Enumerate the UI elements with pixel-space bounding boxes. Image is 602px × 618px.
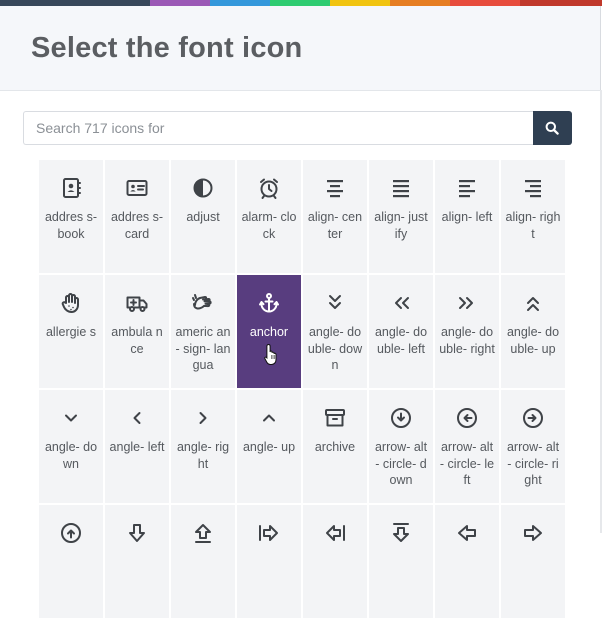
arrow-alt-left-icon (455, 520, 479, 546)
icon-label: anchor (249, 325, 289, 339)
address-card-icon (125, 175, 149, 201)
angle-right-icon (191, 405, 215, 431)
arrow-alt-circle-up-icon (59, 520, 83, 546)
icon-label: align- left (441, 210, 493, 224)
icon-tile-arrow-alt-circle-right[interactable]: arrow- alt- circle- right (501, 390, 565, 503)
icon-tile-arrow-alt-circle-left[interactable]: arrow- alt- circle- left (435, 390, 499, 503)
icon-tile-adjust[interactable]: adjust (171, 160, 235, 273)
archive-icon (323, 405, 347, 431)
icon-tile-align-justify[interactable]: align- justify (369, 160, 433, 273)
icon-tile-arrow-alt-from-left[interactable] (237, 505, 301, 618)
icon-label: angle- left (109, 440, 165, 454)
arrow-alt-right-icon (521, 520, 545, 546)
angle-double-up-icon (521, 290, 545, 316)
icon-tile-angle-right[interactable]: angle- right (171, 390, 235, 503)
icon-tile-angle-left[interactable]: angle- left (105, 390, 169, 503)
icon-tile-angle-double-left[interactable]: angle- double- left (369, 275, 433, 388)
icon-tile-arrow-alt-down[interactable] (105, 505, 169, 618)
icon-label: archive (314, 440, 356, 454)
icon-tile-angle-down[interactable]: angle- down (39, 390, 103, 503)
arrow-alt-circle-right-icon (521, 405, 545, 431)
icon-tile-align-center[interactable]: align- center (303, 160, 367, 273)
angle-up-icon (257, 405, 281, 431)
ambulance-icon (125, 290, 149, 316)
icon-tile-angle-double-right[interactable]: angle- double- right (435, 275, 499, 388)
arrow-alt-from-top-icon (389, 520, 413, 546)
icon-tile-address-card[interactable]: addres s-card (105, 160, 169, 273)
icon-tile-arrow-alt-from-bottom[interactable] (171, 505, 235, 618)
icon-tile-ambulance[interactable]: ambula nce (105, 275, 169, 388)
align-right-icon (521, 175, 545, 201)
icon-tile-arrow-alt-from-right[interactable] (303, 505, 367, 618)
icon-tile-allergies[interactable]: allergie s (39, 275, 103, 388)
alarm-clock-icon (257, 175, 281, 201)
icon-label: angle- double- right (439, 325, 495, 356)
icon-tile-arrow-alt-from-top[interactable] (369, 505, 433, 618)
icon-tile-align-right[interactable]: align- right (501, 160, 565, 273)
dialog-header: Select the font icon (0, 6, 601, 91)
icon-label: align- right (505, 210, 561, 241)
search-icon (545, 121, 560, 135)
icon-label: arrow- alt- circle- down (374, 440, 428, 487)
icon-label: align- justify (374, 210, 428, 241)
icon-tile-alarm-clock[interactable]: alarm- clock (237, 160, 301, 273)
american-sign-language-icon (191, 290, 215, 316)
icon-tile-arrow-alt-circle-up[interactable] (39, 505, 103, 618)
angle-double-left-icon (389, 290, 413, 316)
icon-tile-anchor[interactable]: anchor (237, 275, 301, 388)
search-input[interactable] (23, 111, 533, 145)
icon-label: angle- up (242, 440, 296, 454)
angle-double-down-icon (323, 290, 347, 316)
align-left-icon (455, 175, 479, 201)
icon-grid: addres s-book addres s-card adjust alarm- c… (39, 160, 565, 618)
icon-tile-american-sign-language[interactable]: americ an- sign- langua (171, 275, 235, 388)
icon-tile-arrow-alt-circle-down[interactable]: arrow- alt- circle- down (369, 390, 433, 503)
arrow-alt-from-bottom-icon (191, 520, 215, 546)
icon-label: adjust (186, 210, 220, 224)
anchor-icon (257, 290, 281, 316)
icon-label: angle- double- up (506, 325, 560, 356)
icon-tile-arrow-alt-right[interactable] (501, 505, 565, 618)
icon-label: angle- double- down (307, 325, 363, 372)
angle-down-icon (59, 405, 83, 431)
icon-label: addres s-card (110, 210, 164, 241)
icon-tile-address-book[interactable]: addres s-book (39, 160, 103, 273)
search-button[interactable] (532, 111, 572, 145)
icon-label: addres s-book (44, 210, 98, 241)
arrow-alt-down-icon (125, 520, 149, 546)
icon-label: allergie s (45, 325, 97, 339)
arrow-alt-circle-down-icon (389, 405, 413, 431)
arrow-alt-from-right-icon (323, 520, 347, 546)
icon-tile-arrow-alt-left[interactable] (435, 505, 499, 618)
icon-label: angle- right (176, 440, 230, 471)
arrow-alt-circle-left-icon (455, 405, 479, 431)
icon-tile-archive[interactable]: archive (303, 390, 367, 503)
icon-tile-angle-up[interactable]: angle- up (237, 390, 301, 503)
address-book-icon (59, 175, 83, 201)
arrow-alt-from-left-icon (257, 520, 281, 546)
adjust-icon (191, 175, 215, 201)
search-bar (23, 111, 572, 145)
icon-label: americ an- sign- langua (175, 325, 231, 372)
icon-tile-align-left[interactable]: align- left (435, 160, 499, 273)
angle-left-icon (125, 405, 149, 431)
icon-label: arrow- alt- circle- right (506, 440, 560, 487)
angle-double-right-icon (455, 290, 479, 316)
align-center-icon (323, 175, 347, 201)
icon-label: align- center (307, 210, 363, 241)
icon-label: ambula nce (111, 325, 163, 356)
hand-cursor-icon (264, 343, 280, 370)
icon-label: arrow- alt- circle- left (439, 440, 495, 487)
icon-tile-angle-double-up[interactable]: angle- double- up (501, 275, 565, 388)
allergies-icon (59, 290, 83, 316)
icon-label: angle- double- left (374, 325, 428, 356)
dialog-title: Select the font icon (31, 32, 303, 64)
align-justify-icon (389, 175, 413, 201)
icon-tile-angle-double-down[interactable]: angle- double- down (303, 275, 367, 388)
icon-label: angle- down (44, 440, 98, 471)
icon-label: alarm- clock (241, 210, 297, 241)
